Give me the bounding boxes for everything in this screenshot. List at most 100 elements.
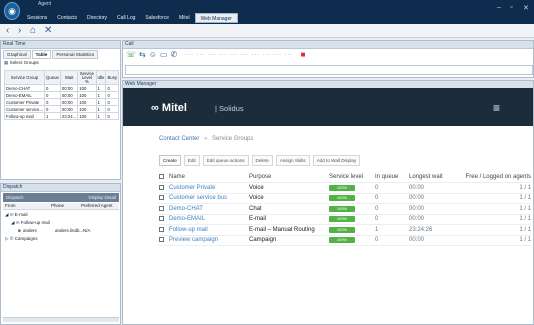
breadcrumb: Contact Center » Service Groups (159, 136, 254, 142)
row-checkbox[interactable] (159, 226, 164, 232)
cell: 0 (105, 98, 119, 106)
table-row[interactable]: Demo-CHAT 0 00:00 100 1 0 (3, 84, 119, 92)
campaign-icon: ✆ (9, 236, 14, 241)
tab-graphical[interactable]: Graphical (3, 50, 31, 59)
chat-icon[interactable]: ▭ (160, 50, 171, 59)
select-all-checkbox[interactable] (159, 173, 164, 179)
table-row[interactable]: Preview campaign Campaign 100% 0 00:00 1… (159, 235, 531, 246)
cell: 1 (95, 112, 107, 120)
cell: 0 (44, 98, 61, 106)
call-header: Call (123, 41, 533, 49)
service-group-link[interactable]: Preview campaign (169, 235, 249, 246)
hamburger-menu-icon[interactable]: ≡ (493, 101, 500, 115)
row-checkbox[interactable] (159, 216, 164, 222)
tree-agent-anders[interactable]: ☻ anders anders.lindb... N/A (17, 228, 117, 233)
back-icon[interactable]: ‹ (6, 24, 9, 38)
tree-email[interactable]: ◢ ✉ E-mail (5, 212, 28, 218)
transfer-icon[interactable]: ⇆ (139, 50, 149, 59)
expand-icon[interactable]: ◢ (5, 212, 8, 217)
tree-label: E-mail (14, 212, 28, 217)
col-queue[interactable]: Queue (44, 70, 61, 85)
horizontal-scrollbar[interactable] (3, 317, 119, 322)
tree-campaigns[interactable]: ▷ ✆ Campaigns (5, 236, 38, 242)
mitel-logo-icon: ∞ (151, 102, 159, 114)
service-group-link[interactable]: Follow-up mail (169, 224, 249, 236)
tab-table[interactable]: Table (31, 50, 52, 59)
cell: 100 (77, 105, 97, 113)
service-group-link[interactable]: Customer service bus (169, 193, 249, 204)
col-name[interactable]: Name (169, 172, 249, 183)
menu-web-manager[interactable]: Web Manager (194, 13, 238, 23)
service-group-link[interactable]: Customer Private (169, 182, 249, 194)
contact-icon[interactable]: ☺ (149, 50, 160, 59)
menu-call-log[interactable]: Call Log (112, 13, 140, 23)
table-row[interactable]: Customer service bus Voice 100% 0 00:00 … (159, 193, 531, 204)
create-button[interactable]: Create (159, 155, 181, 166)
delete-button[interactable]: Delete (251, 155, 273, 166)
col-idle[interactable]: Idle (95, 70, 107, 85)
cell: 00:00 (59, 91, 79, 99)
add-to-wall-display-button[interactable]: Add to Wall Display (312, 155, 361, 166)
collapse-icon[interactable]: ▷ (5, 236, 8, 241)
table-row[interactable]: Follow-up mail 1 23:24... 100 1 0 (3, 112, 119, 120)
expand-icon[interactable]: ◢ (11, 220, 14, 225)
col-longest-wait[interactable]: Longest wait (409, 172, 465, 183)
row-checkbox[interactable] (159, 184, 164, 190)
col-phone[interactable]: Phone (51, 203, 81, 209)
service-group-link[interactable]: Demo-EMAIL (169, 214, 249, 225)
stop-icon[interactable]: ✕ (44, 24, 52, 38)
call-input[interactable] (125, 65, 533, 75)
col-in-queue[interactable]: In queue (375, 172, 409, 183)
phone-icon[interactable]: ✆ (170, 50, 180, 59)
col-service-level[interactable]: Service Level % (77, 70, 97, 85)
maximize-icon[interactable]: ▫ (510, 4, 512, 11)
table-row[interactable]: Demo-EMAIL E-mail 100% 0 00:00 1 / 1 (159, 214, 531, 225)
cell: 100 (77, 91, 97, 99)
menu-directory[interactable]: Directory (82, 13, 112, 23)
col-purpose[interactable]: Purpose (249, 172, 329, 183)
nav-toolbar: ‹ › ⌂ ✕ (0, 24, 534, 38)
col-from[interactable]: From (3, 203, 51, 209)
edit-button[interactable]: Edit (183, 155, 200, 166)
col-busy[interactable]: Busy (105, 70, 119, 85)
forward-icon[interactable]: › (18, 24, 21, 38)
table-row[interactable]: Follow-up mail E-mail – Manual Routing 1… (159, 224, 531, 236)
col-preferred-agent[interactable]: Preferred Agent (81, 203, 113, 209)
col-service-group[interactable]: Service Group (3, 70, 46, 85)
record-icon[interactable]: ■ (301, 50, 309, 59)
close-icon[interactable]: ✕ (523, 4, 529, 12)
row-checkbox[interactable] (159, 205, 164, 211)
tree-followup[interactable]: ◢ ✉ Follow-up mail (11, 220, 50, 226)
col-free-logged-agents[interactable]: Free / Logged on agents (465, 172, 531, 183)
menu-contacts[interactable]: Contacts (52, 13, 82, 23)
dispatch-button[interactable]: Dispatch (6, 195, 24, 200)
menu-sessions[interactable]: Sessions (22, 13, 52, 23)
table-row[interactable]: Customer service... 0 00:00 100 1 0 (3, 105, 119, 113)
tab-personal-statistics[interactable]: Personal Statistics (52, 50, 99, 59)
table-row[interactable]: Customer Private 0 00:00 100 1 0 (3, 98, 119, 106)
cell: 0 (44, 84, 61, 92)
menu-salesforce[interactable]: Salesforce (140, 13, 174, 23)
table-row[interactable]: Customer Private Voice 100% 0 00:00 1 / … (159, 182, 531, 194)
breadcrumb-contact-center[interactable]: Contact Center (159, 136, 199, 142)
edit-queue-actions-button[interactable]: Edit queue actions (202, 155, 249, 166)
table-row[interactable]: Demo-CHAT Chat 100% 0 00:00 1 / 1 (159, 203, 531, 215)
menu-mitel[interactable]: Mitel (174, 13, 195, 23)
display-detail-button[interactable]: Display Detail (88, 193, 116, 202)
row-checkbox[interactable] (159, 195, 164, 201)
assign-skills-button[interactable]: Assign Skills (275, 155, 310, 166)
product-name: | Solidus (215, 104, 244, 113)
col-wait[interactable]: Wait (59, 70, 79, 85)
in-queue-cell: 0 (375, 193, 409, 204)
home-icon[interactable]: ⌂ (30, 24, 36, 38)
cell: Customer Private (3, 98, 46, 106)
select-groups-button[interactable]: ▦ Select Groups (4, 60, 39, 66)
cell: 1 (95, 91, 107, 99)
product-label: Solidus (219, 104, 244, 113)
col-service-level[interactable]: Service level (329, 172, 375, 183)
service-group-link[interactable]: Demo-CHAT (169, 203, 249, 215)
table-row[interactable]: Demo-EMAIL 0 00:00 100 1 0 (3, 91, 119, 99)
minimize-icon[interactable]: – (497, 4, 501, 11)
dial-icon[interactable]: ☏ (126, 50, 139, 59)
row-checkbox[interactable] (159, 237, 164, 243)
